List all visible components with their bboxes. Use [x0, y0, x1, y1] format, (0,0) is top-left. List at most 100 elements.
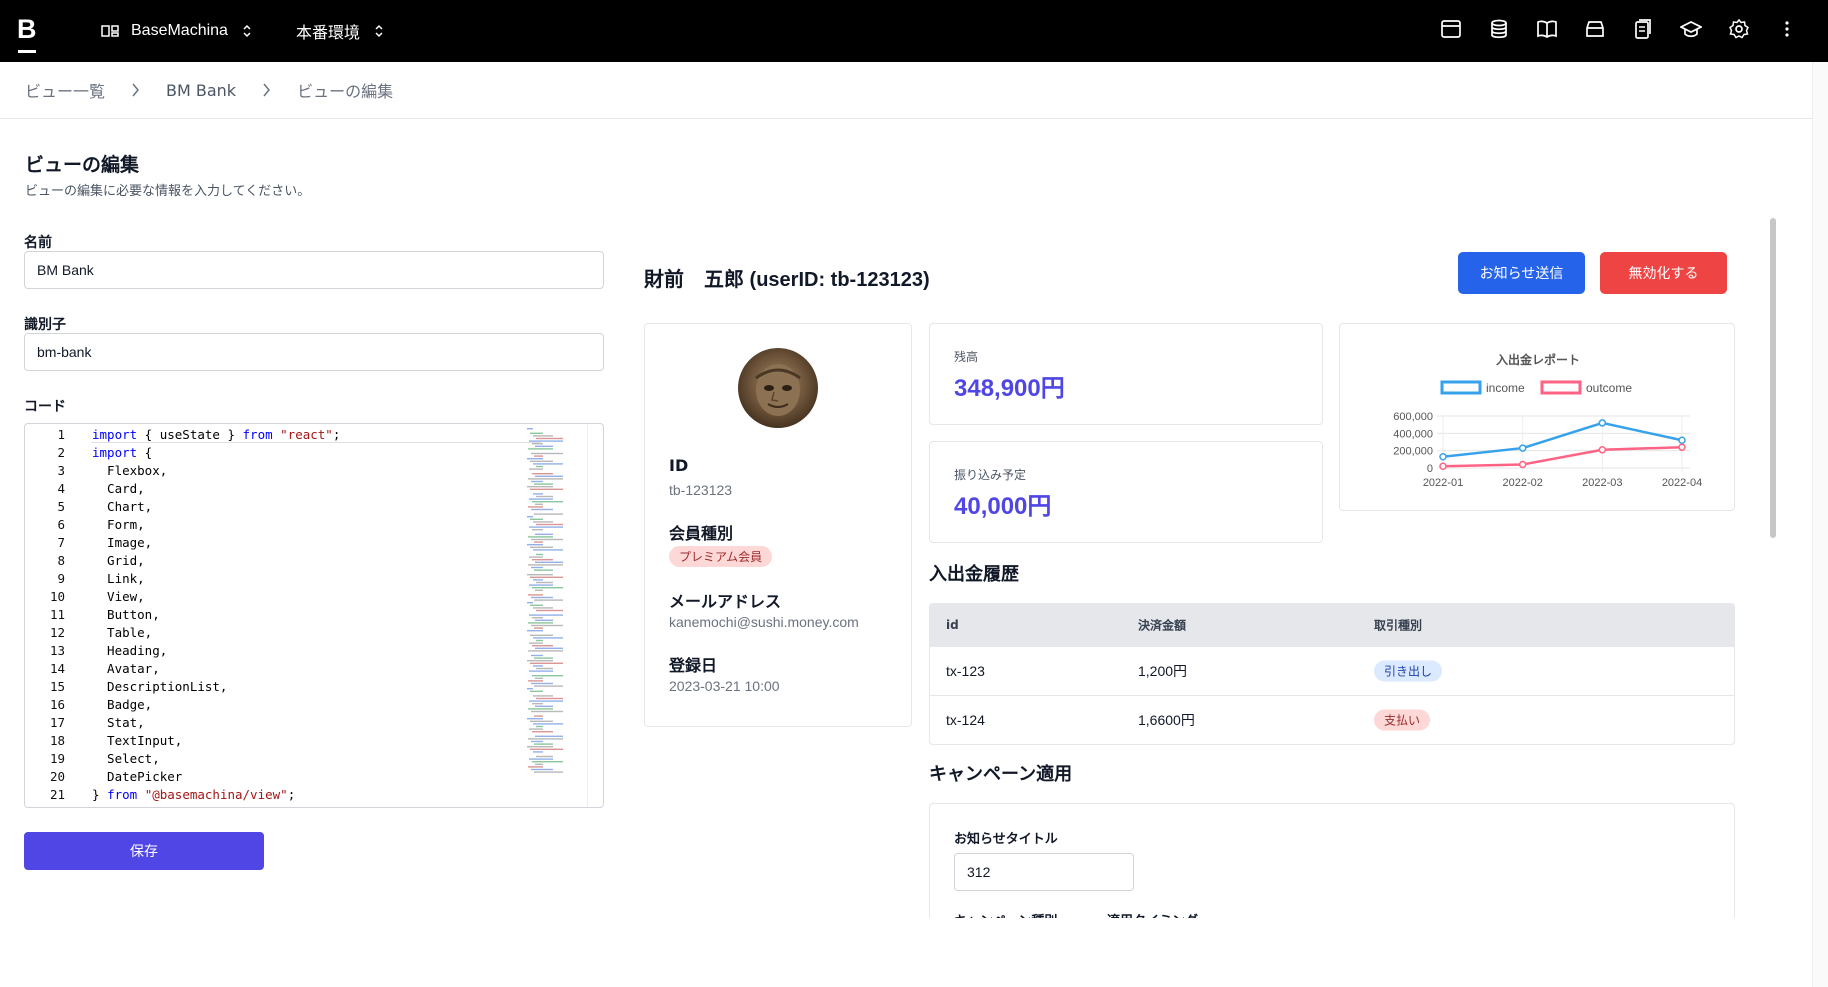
workspace-icon — [101, 25, 119, 37]
more-vertical-icon[interactable] — [1776, 18, 1798, 40]
code-line: 15 DescriptionList, — [25, 678, 525, 696]
minimap-line — [532, 731, 553, 733]
minimap-line — [533, 607, 553, 609]
minimap-line — [533, 751, 543, 753]
minimap-line — [527, 746, 553, 748]
environment-selector[interactable]: 本番環境 — [296, 0, 384, 62]
breadcrumb-view-list[interactable]: ビュー一覧 — [25, 78, 105, 102]
balance-stat: 残高 348,900円 — [929, 323, 1323, 425]
line-number: 20 — [49, 769, 65, 784]
notice-title-label: お知らせタイトル — [954, 832, 1058, 847]
line-number: 6 — [57, 517, 65, 532]
identifier-input[interactable]: bm-bank — [24, 333, 604, 371]
line-number: 8 — [57, 553, 65, 568]
table-row[interactable]: tx-123 1,200円 引き出し — [930, 646, 1734, 695]
campaign-type-label: キャンペーン種別 — [954, 910, 1057, 918]
clipboard-icon[interactable] — [1632, 18, 1654, 40]
minimap-line — [529, 758, 553, 760]
workspace-selector[interactable]: BaseMachina — [101, 0, 252, 62]
gear-icon[interactable] — [1728, 18, 1750, 40]
minimap-line — [531, 566, 543, 569]
minimap-line — [536, 755, 553, 758]
minimap-line — [531, 452, 563, 455]
book-icon[interactable] — [1536, 18, 1558, 40]
minimap-line — [530, 748, 563, 750]
minimap-line — [532, 617, 543, 619]
minimap-line — [536, 697, 563, 700]
registered-date-value: 2023-03-21 10:00 — [669, 678, 780, 694]
code-scrollbar[interactable] — [587, 424, 603, 807]
minimap-line — [527, 516, 533, 518]
code-text: View, — [92, 589, 145, 604]
name-input[interactable]: BM Bank — [24, 251, 604, 289]
archive-icon[interactable] — [1584, 18, 1606, 40]
header-amount: 決済金額 — [1138, 618, 1187, 633]
code-line: 18 TextInput, — [25, 732, 525, 750]
minimap-line — [535, 475, 563, 477]
basemachina-logo[interactable]: B — [17, 16, 39, 53]
window-icon[interactable] — [1440, 18, 1462, 40]
notice-title-input[interactable]: 312 — [954, 853, 1134, 891]
preview-scrollbar[interactable] — [1768, 215, 1780, 918]
cell-amount: 1,6600円 — [1138, 712, 1195, 728]
minimap-line — [528, 594, 543, 596]
line-number: 2 — [57, 445, 65, 460]
minimap-line — [534, 715, 543, 717]
code-text: Chart, — [92, 499, 153, 514]
code-line: 7 Image, — [25, 534, 525, 552]
code-minimap[interactable] — [525, 426, 585, 806]
chevron-right-icon — [132, 83, 139, 97]
table-row[interactable]: tx-124 1,6600円 支払い — [930, 695, 1734, 744]
y-tick-label: 200,000 — [1393, 446, 1433, 458]
legend-swatch — [1440, 380, 1482, 395]
line-number: 10 — [49, 589, 65, 604]
environment-name: 本番環境 — [296, 25, 361, 42]
save-button[interactable]: 保存 — [24, 832, 264, 870]
user-title: 財前 五郎 (userID: tb-123123) — [644, 269, 930, 291]
minimap-line — [536, 495, 553, 498]
y-tick-label: 600,000 — [1393, 411, 1433, 423]
minimap-line — [529, 440, 563, 442]
minimap-line — [529, 498, 553, 500]
minimap-line — [534, 657, 553, 659]
breadcrumb-view-name[interactable]: BM Bank — [166, 81, 236, 100]
minimap-line — [532, 587, 563, 589]
minimap-line — [532, 501, 563, 503]
minimap-line — [534, 455, 543, 457]
minimap-line — [534, 627, 543, 629]
minimap-line — [536, 465, 543, 468]
code-text: Select, — [92, 751, 160, 766]
chevron-up-down-icon — [243, 24, 251, 38]
cell-amount: 1,200円 — [1138, 663, 1188, 679]
minimap-line — [535, 561, 563, 563]
profile-card: ID tb-123123 会員種別 プレミアム会員 メールアドレス kanemo… — [644, 323, 912, 727]
minimap-line — [530, 488, 563, 490]
code-line: 21} from "@basemachina/view"; — [25, 786, 525, 804]
minimap-line — [531, 768, 553, 771]
workspace-name: BaseMachina — [131, 22, 228, 39]
minimap-line — [533, 695, 553, 697]
minimap-line — [531, 508, 553, 511]
disable-button[interactable]: 無効化する — [1600, 252, 1727, 294]
line-number: 9 — [57, 571, 65, 586]
line-number: 1 — [57, 427, 65, 442]
send-notification-button[interactable]: お知らせ送信 — [1458, 252, 1585, 294]
minimap-line — [527, 574, 553, 576]
code-text: Card, — [92, 481, 145, 496]
code-line: 9 Link, — [25, 570, 525, 588]
line-number: 21 — [49, 787, 65, 802]
graduation-cap-icon[interactable] — [1680, 18, 1702, 40]
page-scrollbar[interactable] — [1812, 62, 1828, 987]
report-chart-card: 入出金レポート income outcome 600,000 400,000 200,00… — [1339, 323, 1735, 511]
database-icon[interactable] — [1488, 18, 1510, 40]
breadcrumb-current: ビューの編集 — [297, 82, 394, 101]
code-label: コード — [24, 399, 66, 415]
transaction-type-badge: 引き出し — [1374, 660, 1443, 682]
data-point — [1678, 436, 1686, 445]
code-line: 17 Stat, — [25, 714, 525, 732]
code-editor[interactable]: 1 import { useState } from "react"; 2 impor… — [24, 423, 604, 808]
minimap-line — [534, 569, 553, 571]
minimap-line — [527, 544, 543, 546]
preview-scroll-thumb[interactable] — [1770, 218, 1776, 538]
minimap-line — [529, 728, 543, 730]
